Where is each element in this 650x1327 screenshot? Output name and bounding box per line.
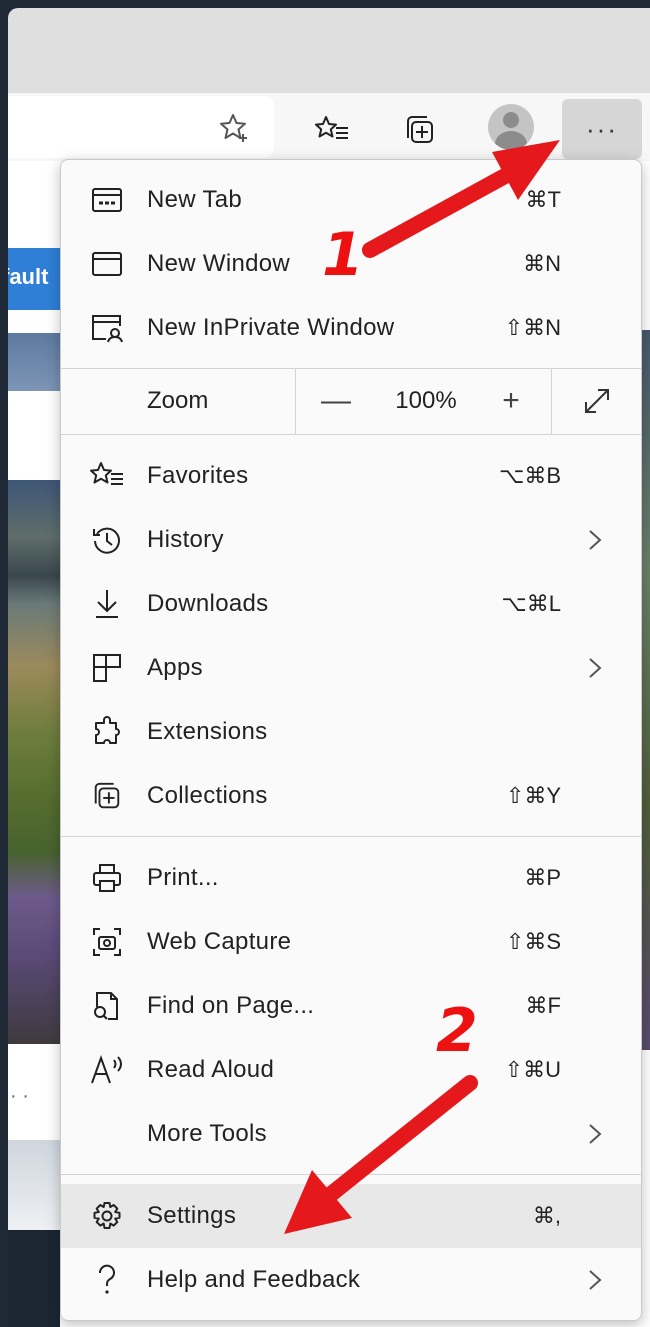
zoom-in-button[interactable]: + [471,368,551,434]
read-aloud-icon [89,1052,125,1088]
menu-divider [61,836,641,837]
menu-item-settings[interactable]: Settings ⌘, [61,1184,641,1248]
menu-item-apps[interactable]: Apps [61,636,641,700]
settings-icon [89,1198,125,1234]
menu-item-new-inprivate-window[interactable]: New InPrivate Window ⇧⌘N [61,296,641,360]
page-blue-banner[interactable]: fault [8,248,60,310]
web-capture-icon [89,924,125,960]
menu-item-more-tools[interactable]: More Tools [61,1102,641,1166]
apps-icon [89,650,125,686]
menu-item-history[interactable]: History [61,508,641,572]
find-on-page-icon [89,988,125,1024]
menu-item-web-capture[interactable]: Web Capture ⇧⌘S [61,910,641,974]
fullscreen-button[interactable] [552,368,641,434]
downloads-icon [89,586,125,622]
chevron-right-icon [589,1270,602,1290]
address-bar[interactable] [8,96,274,158]
extensions-icon [89,714,125,750]
favorites-bar-icon[interactable] [312,112,352,148]
chevron-right-icon [589,658,602,678]
profile-avatar[interactable] [488,104,534,150]
menu-item-read-aloud[interactable]: Read Aloud ⇧⌘U [61,1038,641,1102]
print-icon [89,860,125,896]
tab-strip [8,8,650,93]
menu-item-print[interactable]: Print... ⌘P [61,846,641,910]
menu-item-extensions[interactable]: Extensions [61,700,641,764]
zoom-out-button[interactable]: — [296,368,376,434]
page-dots: · · [10,1085,29,1107]
more-ellipsis-icon: ··· [586,113,618,144]
menu-item-collections[interactable]: Collections ⇧⌘Y [61,764,641,828]
collections-icon [89,778,125,814]
menu-item-help-and-feedback[interactable]: Help and Feedback [61,1248,641,1312]
menu-item-favorites[interactable]: Favorites ⌥⌘B [61,444,641,508]
settings-and-more-button[interactable]: ··· [562,99,642,159]
favorites-icon [89,458,125,494]
chevron-right-icon [589,1124,602,1144]
chevron-right-icon [589,530,602,550]
background-landscape-photo [8,480,60,1044]
zoom-row: Zoom — 100% + [61,368,641,434]
zoom-label: Zoom [147,387,209,414]
page-image-strip [8,333,60,391]
settings-and-more-menu: New Tab ⌘T New Window ⌘N New InPrivate W… [60,159,642,1321]
menu-divider [61,1174,641,1175]
history-icon [89,522,125,558]
background-dark [8,1230,60,1327]
background-clouds [8,1140,60,1230]
fullscreen-icon [584,389,609,413]
menu-item-find-on-page[interactable]: Find on Page... ⌘F [61,974,641,1038]
zoom-level: 100% [395,387,457,414]
inprivate-window-icon [89,310,125,346]
step-2-label: 2 [436,996,478,1066]
add-favorite-star-icon[interactable] [216,112,252,144]
step-1-label: 1 [322,220,364,290]
menu-divider [61,434,641,435]
new-tab-icon [89,182,125,218]
collections-toolbar-icon[interactable] [400,112,440,148]
help-icon [89,1262,125,1298]
new-window-icon [89,246,125,282]
menu-item-downloads[interactable]: Downloads ⌥⌘L [61,572,641,636]
